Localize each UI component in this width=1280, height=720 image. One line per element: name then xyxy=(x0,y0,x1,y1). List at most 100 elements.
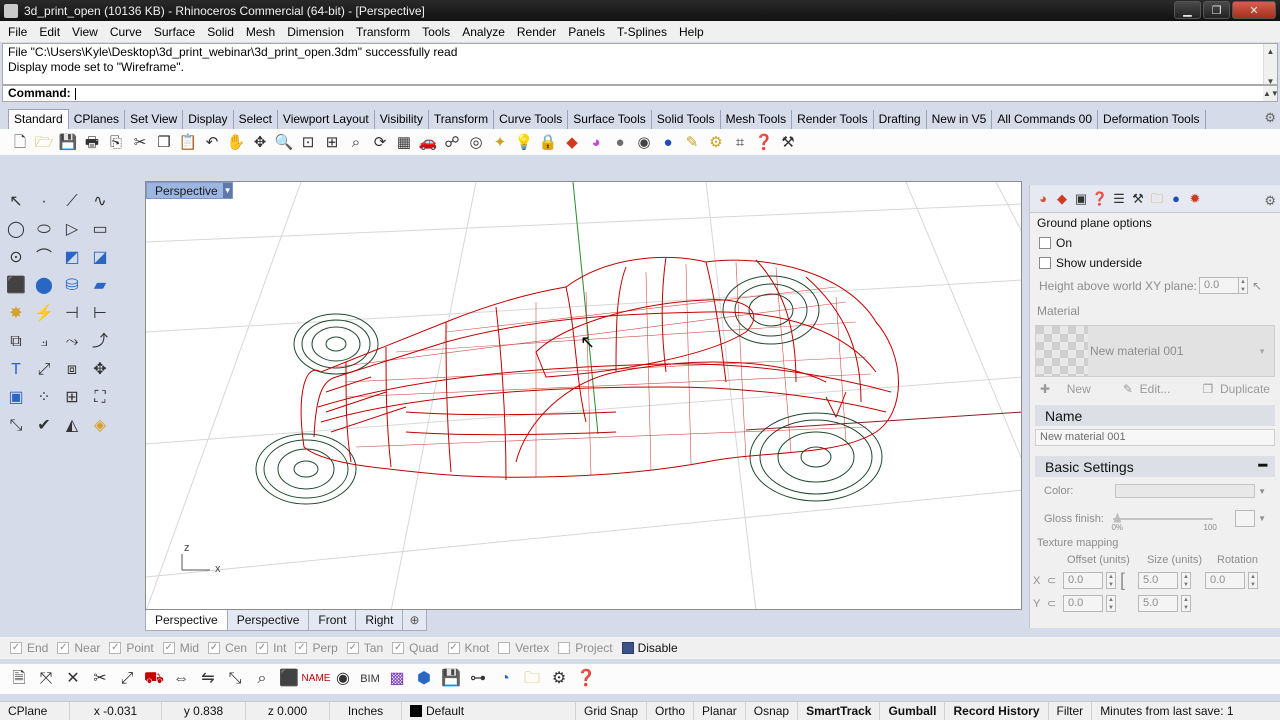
color-wheel-icon[interactable]: ◕ xyxy=(586,132,606,152)
menu-tools[interactable]: Tools xyxy=(416,22,456,42)
folder-icon[interactable]: 🗀 xyxy=(1148,190,1166,208)
copy-icon[interactable]: ❐ xyxy=(154,132,174,152)
explode-icon[interactable]: ✸ xyxy=(2,300,30,328)
sun-icon[interactable]: ✹ xyxy=(1186,190,1204,208)
status-layer[interactable]: Default xyxy=(402,702,576,720)
zoom-extents-icon[interactable]: ⊞ xyxy=(322,132,342,152)
join-icon[interactable]: ⊢ xyxy=(86,300,114,328)
status-ortho[interactable]: Ortho xyxy=(647,702,695,720)
check-icon[interactable]: ✔ xyxy=(30,412,58,440)
curve-icon[interactable]: ∿ xyxy=(86,188,114,216)
tab-solid-tools[interactable]: Solid Tools xyxy=(652,110,721,129)
circle-view-icon[interactable]: ◎ xyxy=(466,132,486,152)
gloss-value[interactable] xyxy=(1235,510,1256,527)
tab-display[interactable]: Display xyxy=(183,110,234,129)
gloss-slider-knob[interactable] xyxy=(1113,512,1122,523)
viewport-tab-perspective-2[interactable]: Perspective xyxy=(226,610,310,631)
menu-file[interactable]: File xyxy=(2,22,33,42)
osnap-checkbox[interactable]: ✓ xyxy=(447,642,460,654)
viewport-tab-perspective[interactable]: Perspective xyxy=(145,610,228,631)
gear-icon[interactable]: ⚙ xyxy=(1264,110,1276,126)
tools-icon[interactable]: ⚒ xyxy=(778,132,798,152)
box-red-icon[interactable]: ⬛ xyxy=(278,668,300,690)
select-arrow-icon[interactable]: ↖ xyxy=(2,188,30,216)
perspective-viewport[interactable]: z x ↖ xyxy=(145,181,1022,610)
osnap-checkbox[interactable]: ✓ xyxy=(57,642,70,654)
mirror-icon[interactable]: ⇋ xyxy=(197,668,219,690)
hierarchy-icon[interactable]: ⊶ xyxy=(467,668,489,690)
on-checkbox[interactable] xyxy=(1039,237,1051,249)
height-input[interactable]: 0.0 xyxy=(1199,277,1239,294)
point-light-icon[interactable]: ✦ xyxy=(490,132,510,152)
gloss-dropdown-icon[interactable]: ▼ xyxy=(1258,514,1266,523)
tab-viewport-layout[interactable]: Viewport Layout xyxy=(278,110,375,129)
settings-icon[interactable]: ⚙ xyxy=(706,132,726,152)
box-solid-icon[interactable]: ⬛ xyxy=(2,272,30,300)
sphere-grey-icon[interactable]: ● xyxy=(610,132,630,152)
tab-standard[interactable]: Standard xyxy=(8,109,69,129)
status-filter[interactable]: Filter xyxy=(1049,702,1093,720)
history-scrollbar[interactable]: ▲ ▼ xyxy=(1263,44,1277,86)
tab-curve-tools[interactable]: Curve Tools xyxy=(494,110,569,129)
osnap-checkbox[interactable] xyxy=(558,642,571,654)
surface-blue-icon[interactable]: ◩ xyxy=(58,244,86,272)
osnap-vertex[interactable]: Vertex xyxy=(498,641,549,655)
status-record-history[interactable]: Record History xyxy=(945,702,1049,720)
lock-icon[interactable]: 🔒 xyxy=(538,132,558,152)
arc-icon[interactable]: ⌒ xyxy=(30,244,58,272)
sphere-blue-icon[interactable]: ● xyxy=(1167,190,1185,208)
texture-icon[interactable]: ▩ xyxy=(386,668,408,690)
new-material-button[interactable]: ✚ New xyxy=(1040,382,1091,396)
add-viewport-icon[interactable]: ⊕ xyxy=(402,610,427,631)
print-icon[interactable]: 🖶 xyxy=(82,132,102,152)
dimension-icon[interactable]: ⤢ xyxy=(30,356,58,384)
split-icon[interactable]: ⊣ xyxy=(58,300,86,328)
show-underside-checkbox[interactable] xyxy=(1039,257,1051,269)
status-smarttrack[interactable]: SmartTrack xyxy=(798,702,881,720)
display-icon[interactable]: ▣ xyxy=(1072,190,1090,208)
circle-center-icon[interactable]: ⊙ xyxy=(2,244,30,272)
rotation-spinner[interactable]: ▲ ▼ xyxy=(1248,572,1258,589)
status-cplane[interactable]: CPlane xyxy=(0,702,70,720)
fillet-icon[interactable]: ⟓ xyxy=(30,328,58,356)
disable-checkbox[interactable] xyxy=(621,642,634,654)
menu-analyze[interactable]: Analyze xyxy=(456,22,511,42)
scale-icon[interactable]: ⤡ xyxy=(2,412,30,440)
save-icon[interactable]: 💾 xyxy=(58,132,78,152)
dimension-icon[interactable]: ⤢ xyxy=(116,668,138,690)
status-planar[interactable]: Planar xyxy=(694,702,746,720)
menu-edit[interactable]: Edit xyxy=(33,22,66,42)
tab-all-commands[interactable]: All Commands 00 xyxy=(992,110,1099,129)
settings-icon[interactable]: ⚙ xyxy=(548,668,570,690)
osnap-end[interactable]: ✓ End xyxy=(10,641,48,655)
menu-panels[interactable]: Panels xyxy=(562,22,611,42)
move-icon[interactable]: ✥ xyxy=(86,356,114,384)
trim-icon[interactable]: ⚡ xyxy=(30,300,58,328)
osnap-checkbox[interactable]: ✓ xyxy=(162,642,175,654)
tab-new-in-v5[interactable]: New in V5 xyxy=(927,110,993,129)
rotation-input[interactable]: 0.0 xyxy=(1205,572,1245,589)
zoom-icon[interactable]: ⌕ xyxy=(251,668,273,690)
offset-y-spinner[interactable]: ▲ ▼ xyxy=(1106,595,1116,612)
status-grid-snap[interactable]: Grid Snap xyxy=(576,702,648,720)
shade-icon[interactable]: ☍ xyxy=(442,132,462,152)
point-icon[interactable]: · xyxy=(30,188,58,216)
close-button[interactable]: ✕ xyxy=(1232,1,1276,19)
height-spinner[interactable]: ▲ ▼ xyxy=(1238,277,1248,294)
sphere-blue-icon[interactable]: ● xyxy=(658,132,678,152)
size-x-spinner[interactable]: ▲ ▼ xyxy=(1181,572,1191,589)
size-y-input[interactable]: 5.0 xyxy=(1138,595,1178,612)
material-icon[interactable]: ◆ xyxy=(562,132,582,152)
osnap-int[interactable]: ✓ Int xyxy=(256,641,286,655)
color-dropdown-icon[interactable]: ▼ xyxy=(1258,487,1266,496)
basic-settings-header[interactable]: Basic Settings ━ xyxy=(1035,456,1275,477)
paint-icon[interactable]: ◈ xyxy=(86,412,114,440)
sphere-solid-icon[interactable]: ⬤ xyxy=(30,272,58,300)
osnap-checkbox[interactable]: ✓ xyxy=(295,642,308,654)
status-osnap[interactable]: Osnap xyxy=(746,702,799,720)
collapse-icon[interactable]: ━ xyxy=(1259,457,1267,474)
grid-snap-icon[interactable]: ⌗ xyxy=(730,132,750,152)
edit-material-button[interactable]: ✎ Edit... xyxy=(1123,382,1170,396)
restore-button[interactable]: ❐ xyxy=(1203,1,1230,19)
tab-mesh-tools[interactable]: Mesh Tools xyxy=(721,110,793,129)
